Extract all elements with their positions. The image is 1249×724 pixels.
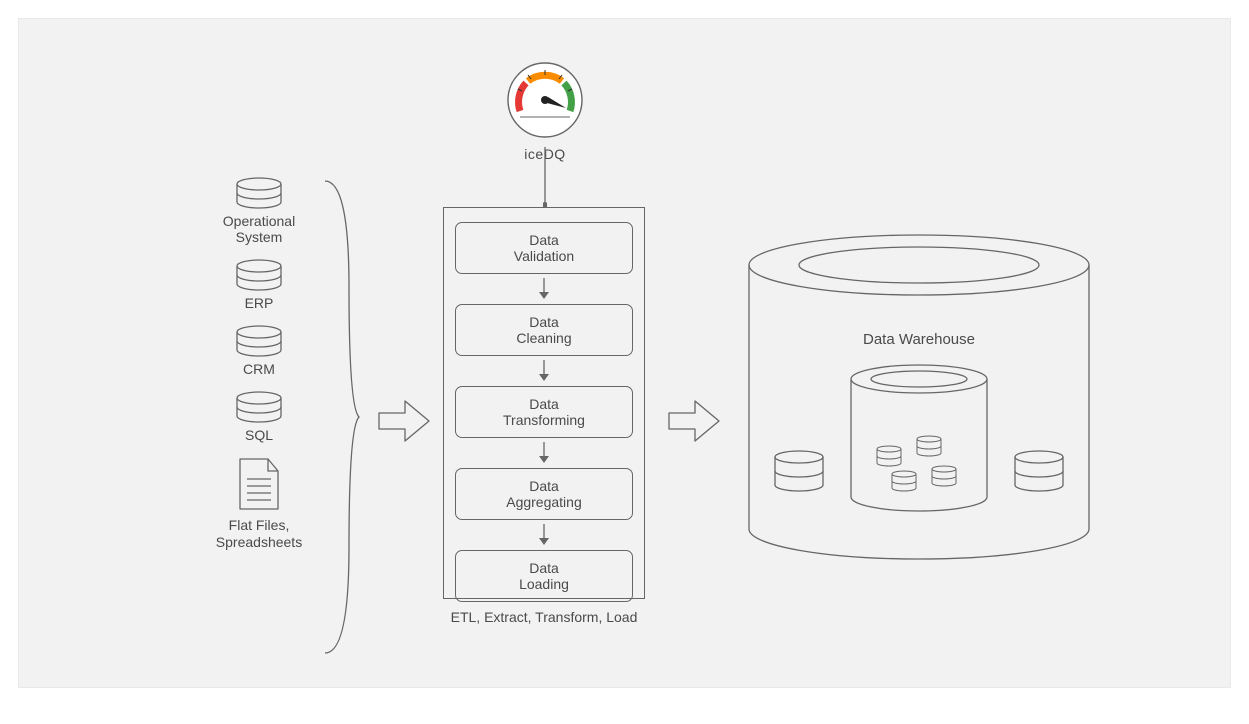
step-loading: Data Loading: [455, 550, 633, 602]
database-icon: [234, 259, 284, 291]
database-icon: [234, 325, 284, 357]
source-label: Flat Files, Spreadsheets: [216, 517, 302, 549]
file-icon: [236, 457, 282, 513]
pipeline-caption: ETL, Extract, Transform, Load: [443, 609, 645, 625]
source-label: CRM: [243, 361, 275, 377]
mini-db-icon: [917, 436, 941, 456]
etl-pipeline: Data Validation Data Cleaning Data Trans…: [443, 207, 645, 599]
mini-db-icon: [877, 446, 901, 466]
down-arrow-icon: [538, 442, 550, 464]
source-label: SQL: [245, 427, 273, 443]
down-arrow-icon: [538, 278, 550, 300]
step-validation: Data Validation: [455, 222, 633, 274]
gauge-connector: [543, 147, 547, 209]
source-crm: CRM: [234, 325, 284, 377]
down-arrow-icon: [538, 360, 550, 382]
source-label: Operational System: [223, 213, 295, 245]
data-warehouse-icon: [739, 229, 1099, 574]
sources-bracket: [321, 177, 361, 657]
database-icon: [234, 391, 284, 423]
small-db-icon: [1015, 451, 1063, 491]
source-erp: ERP: [234, 259, 284, 311]
small-db-icon: [775, 451, 823, 491]
database-icon: [234, 177, 284, 209]
sources-column: Operational System ERP CRM SQ: [179, 177, 339, 564]
diagram-canvas: iceDQ Operational System ERP: [18, 18, 1231, 688]
mini-db-icon: [932, 466, 956, 486]
source-label: ERP: [245, 295, 274, 311]
source-operational: Operational System: [223, 177, 295, 245]
mini-db-icon: [892, 471, 916, 491]
step-cleaning: Data Cleaning: [455, 304, 633, 356]
step-transforming: Data Transforming: [455, 386, 633, 438]
down-arrow-icon: [538, 524, 550, 546]
step-aggregating: Data Aggregating: [455, 468, 633, 520]
flow-arrow-icon: [377, 399, 433, 443]
flow-arrow-icon: [667, 399, 723, 443]
source-flatfiles: Flat Files, Spreadsheets: [216, 457, 302, 549]
source-sql: SQL: [234, 391, 284, 443]
warehouse-label: Data Warehouse: [739, 331, 1099, 348]
